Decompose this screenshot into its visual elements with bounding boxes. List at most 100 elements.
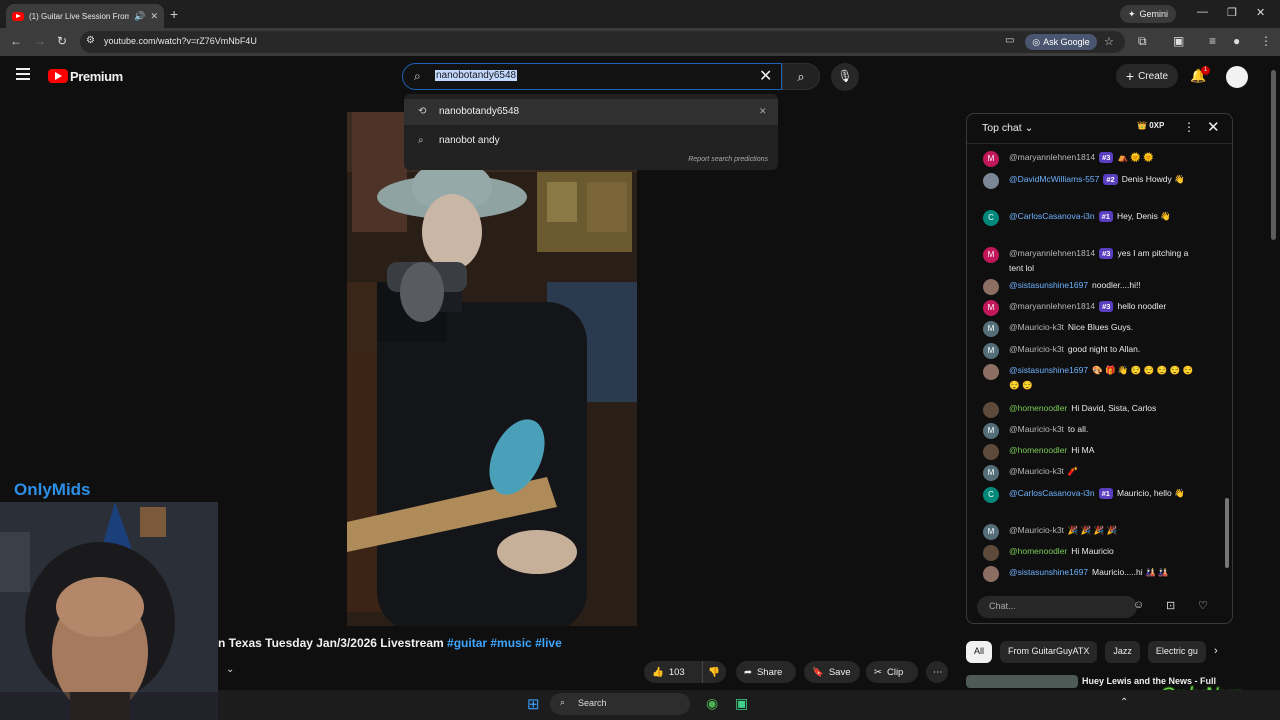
- site-info-icon[interactable]: ⚙: [86, 35, 95, 46]
- heart-icon[interactable]: ♡: [1198, 599, 1208, 612]
- chat-avatar[interactable]: M: [983, 524, 999, 540]
- clear-search-icon[interactable]: ✕: [759, 66, 772, 86]
- youtube-premium-label[interactable]: Premium: [70, 69, 123, 84]
- chat-author[interactable]: @Mauricio-k3t: [1009, 466, 1064, 476]
- profile-icon[interactable]: ●: [1233, 34, 1240, 48]
- chat-author[interactable]: @homenoodler: [1009, 445, 1067, 455]
- speaker-icon[interactable]: 🔊: [134, 11, 145, 22]
- chevron-right-icon[interactable]: ›: [1214, 645, 1218, 657]
- chat-message[interactable]: @homenoodler Hi Mauricio: [981, 544, 1203, 561]
- chat-more-icon[interactable]: ⋮: [1183, 120, 1195, 134]
- chat-avatar[interactable]: [983, 364, 999, 380]
- more-actions-button[interactable]: ⋯: [926, 661, 948, 683]
- chip-from-channel[interactable]: From GuitarGuyATX: [1000, 641, 1098, 663]
- chat-message[interactable]: M @Mauricio-k3t good night to Allan.: [981, 342, 1203, 359]
- minimize-icon[interactable]: —: [1197, 6, 1208, 18]
- search-input[interactable]: ⌕ nanobotandy6548: [402, 63, 782, 90]
- chat-author[interactable]: @homenoodler: [1009, 403, 1067, 413]
- chat-message[interactable]: M @Mauricio-k3t 🧨: [981, 464, 1203, 481]
- chat-message[interactable]: M @Mauricio-k3t Nice Blues Guys.: [981, 320, 1203, 337]
- chat-author[interactable]: @homenoodler: [1009, 546, 1067, 556]
- reload-icon[interactable]: ↻: [57, 34, 67, 48]
- address-bar[interactable]: ⚙ youtube.com/watch?v=rZ76VmNbF4U ▭ ◎ As…: [80, 31, 1125, 53]
- youtube-logo-icon[interactable]: [48, 69, 68, 83]
- bookmark-star-icon[interactable]: ☆: [1104, 35, 1114, 48]
- chat-author[interactable]: @maryannlehnen1814: [1009, 301, 1095, 311]
- search-button[interactable]: ⌕: [782, 63, 820, 90]
- chat-close-icon[interactable]: ✕: [1207, 118, 1220, 136]
- chat-message[interactable]: @sistasunshine1697 noodler....hi!!: [981, 278, 1203, 295]
- chat-avatar[interactable]: M: [983, 151, 999, 167]
- forward-icon[interactable]: →: [34, 34, 46, 48]
- xp-badge[interactable]: 👑 0XP: [1137, 121, 1164, 130]
- emoji-icon[interactable]: ☺: [1133, 599, 1144, 611]
- chat-author[interactable]: @Mauricio-k3t: [1009, 344, 1064, 354]
- chat-message[interactable]: @homenoodler Hi David, Sista, Carlos: [981, 401, 1203, 418]
- chat-input[interactable]: Chat...: [977, 596, 1137, 618]
- chat-author[interactable]: @sistasunshine1697: [1009, 365, 1088, 375]
- chat-avatar[interactable]: [983, 566, 999, 582]
- chat-message[interactable]: @sistasunshine1697 🎨 🎁 👋 😌 😌 😌 😌 😌 😌 😌: [981, 363, 1203, 393]
- chat-avatar[interactable]: C: [983, 487, 999, 503]
- search-query[interactable]: nanobotandy6548: [435, 70, 518, 81]
- chip-jazz[interactable]: Jazz: [1105, 641, 1140, 663]
- chat-scrollbar[interactable]: [1225, 498, 1229, 568]
- chat-avatar[interactable]: M: [983, 321, 999, 337]
- chat-message[interactable]: M @maryannlehnen1814 #3 yes I am pitching a…: [981, 246, 1203, 276]
- voice-search-button[interactable]: 🎙: [831, 63, 859, 91]
- chat-message[interactable]: M @maryannlehnen1814 #3 hello noodler: [981, 299, 1203, 316]
- windows-start-icon[interactable]: ⊞: [527, 695, 540, 713]
- app-icon[interactable]: ▣: [735, 695, 748, 712]
- save-button[interactable]: 🔖 Save: [804, 661, 860, 683]
- page-scrollbar[interactable]: [1271, 70, 1276, 240]
- chip-electric[interactable]: Electric gu: [1147, 641, 1206, 663]
- report-predictions-link[interactable]: Report search predictions: [688, 156, 768, 163]
- super-chat-icon[interactable]: ⊡: [1166, 599, 1175, 612]
- chat-message[interactable]: C @CarlosCasanova-i3n #1 Hey, Denis 👋: [981, 209, 1203, 226]
- video-hashtags[interactable]: #guitar #music #live: [447, 636, 562, 650]
- hamburger-menu-icon[interactable]: [16, 68, 30, 80]
- related-video-thumbnail[interactable]: [966, 675, 1078, 688]
- create-button[interactable]: + Create: [1116, 64, 1178, 88]
- back-icon[interactable]: ←: [10, 34, 22, 48]
- dislike-button[interactable]: 👎: [702, 661, 726, 683]
- chat-avatar[interactable]: M: [983, 423, 999, 439]
- cast-icon[interactable]: ▭: [1005, 35, 1014, 46]
- chat-avatar[interactable]: [983, 402, 999, 418]
- chat-message[interactable]: C @CarlosCasanova-i3n #1 Mauricio, hello 👋: [981, 486, 1203, 503]
- chat-avatar[interactable]: M: [983, 247, 999, 263]
- ask-google-button[interactable]: ◎ Ask Google: [1025, 34, 1097, 50]
- chat-message[interactable]: M @Mauricio-k3t to all.: [981, 422, 1203, 439]
- browser-menu-icon[interactable]: ⋮: [1260, 34, 1272, 48]
- chat-author[interactable]: @DavidMcWilliams-557: [1009, 174, 1099, 184]
- chat-avatar[interactable]: [983, 444, 999, 460]
- chat-message[interactable]: M @Mauricio-k3t 🎉 🎉 🎉 🎉: [981, 523, 1203, 540]
- chip-all[interactable]: All: [966, 641, 993, 663]
- chat-message[interactable]: M @maryannlehnen1814 #3 ⛺ 🌞 🌞: [981, 150, 1203, 167]
- chat-author[interactable]: @CarlosCasanova-i3n: [1009, 211, 1095, 221]
- tray-chevron-icon[interactable]: ⌃: [1120, 697, 1128, 708]
- window-close-icon[interactable]: ✕: [1256, 6, 1265, 19]
- video-player[interactable]: [347, 112, 637, 626]
- maximize-icon[interactable]: ❐: [1227, 6, 1237, 19]
- chat-avatar[interactable]: C: [983, 210, 999, 226]
- clip-button[interactable]: ✂ Clip: [866, 661, 918, 683]
- account-avatar[interactable]: [1226, 66, 1248, 88]
- chat-author[interactable]: @sistasunshine1697: [1009, 567, 1088, 577]
- chevron-down-icon[interactable]: ⌄: [226, 664, 234, 675]
- extensions-icon[interactable]: ⧉: [1138, 34, 1147, 49]
- chat-message[interactable]: @sistasunshine1697 Mauricio.....hi 🎎 🎎: [981, 565, 1203, 582]
- like-button[interactable]: 👍 103: [644, 661, 702, 683]
- suggestion-item[interactable]: ⟲ nanobotandy6548 ✕: [404, 99, 778, 125]
- chat-avatar[interactable]: M: [983, 343, 999, 359]
- chat-author[interactable]: @maryannlehnen1814: [1009, 152, 1095, 162]
- taskbar-search[interactable]: ⌕ Search: [550, 693, 690, 715]
- chat-avatar[interactable]: [983, 173, 999, 189]
- tab-search-icon[interactable]: ▣: [1173, 34, 1184, 48]
- chat-message[interactable]: @DavidMcWilliams-557 #2 Denis Howdy 👋: [981, 172, 1203, 189]
- chat-avatar[interactable]: M: [983, 465, 999, 481]
- chat-avatar[interactable]: [983, 279, 999, 295]
- browser-tab[interactable]: (1) Guitar Live Session From 🔊 ✕: [6, 4, 164, 28]
- chat-avatar[interactable]: M: [983, 300, 999, 316]
- chat-author[interactable]: @Mauricio-k3t: [1009, 424, 1064, 434]
